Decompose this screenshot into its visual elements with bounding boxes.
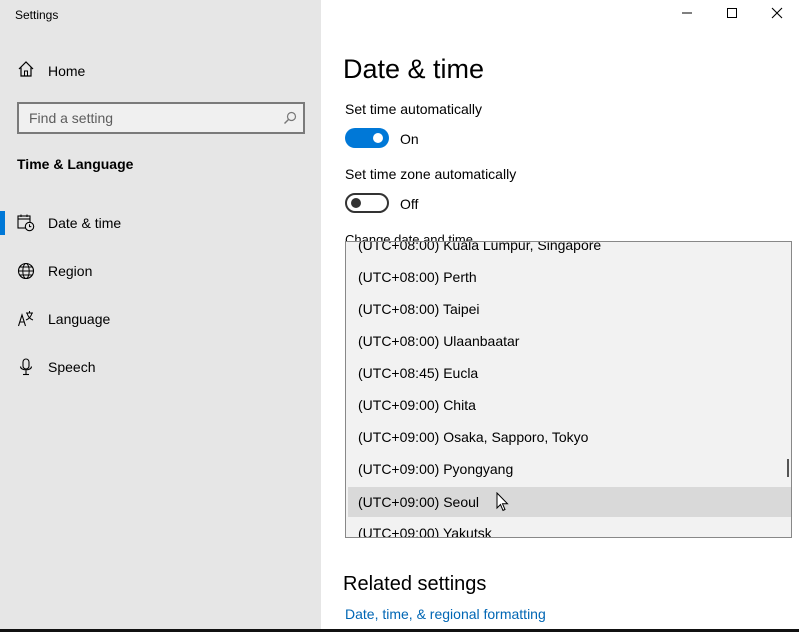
sidebar: Settings Home Time & Language Date & tim… (0, 0, 321, 632)
set-timezone-auto-toggle[interactable] (345, 193, 389, 213)
toggle-knob (373, 133, 383, 143)
page-title: Date & time (343, 54, 485, 84)
calendar-clock-icon (17, 214, 35, 232)
search-box[interactable] (17, 102, 305, 134)
mouse-cursor-icon (496, 491, 510, 517)
timezone-option[interactable]: (UTC+08:00) Perth (348, 262, 791, 292)
search-icon[interactable] (283, 111, 297, 130)
timezone-option[interactable]: (UTC+08:00) Ulaanbaatar (348, 326, 791, 356)
minimize-icon (681, 6, 693, 24)
search-input[interactable] (19, 104, 279, 132)
toggle-knob (351, 198, 361, 208)
globe-icon (17, 262, 35, 280)
related-settings-title: Related settings (343, 573, 487, 595)
set-timezone-auto-state: Off (400, 196, 419, 212)
timezone-option[interactable]: (UTC+09:00) Chita (348, 390, 791, 420)
close-button[interactable] (754, 0, 799, 30)
sidebar-item-language[interactable]: Language (0, 295, 321, 343)
sidebar-item-label: Region (48, 263, 93, 279)
sidebar-item-label: Date & time (48, 215, 122, 231)
close-icon (771, 6, 783, 24)
sidebar-item-speech[interactable]: Speech (0, 343, 321, 391)
app-title: Settings (15, 8, 59, 22)
sidebar-item-label: Speech (48, 359, 96, 375)
set-time-auto-label: Set time automatically (345, 101, 482, 117)
timezone-option[interactable]: (UTC+08:00) Taipei (348, 294, 791, 324)
dropdown-scrollbar-thumb[interactable] (787, 459, 789, 477)
regional-formatting-link[interactable]: Date, time, & regional formatting (345, 606, 546, 622)
sidebar-item-region[interactable]: Region (0, 247, 321, 295)
language-icon (17, 310, 35, 328)
timezone-option[interactable]: (UTC+09:00) Osaka, Sapporo, Tokyo (348, 422, 791, 452)
sidebar-item-date-time[interactable]: Date & time (0, 199, 321, 247)
sidebar-item-label: Language (48, 311, 111, 327)
home-icon (17, 60, 35, 83)
section-title: Time & Language (17, 156, 134, 172)
home-nav-item[interactable]: Home (17, 60, 297, 82)
set-time-auto-state: On (400, 131, 419, 147)
timezone-option[interactable]: (UTC+09:00) Pyongyang (348, 454, 791, 484)
timezone-option[interactable]: (UTC+08:00) Kuala Lumpur, Singapore (348, 242, 791, 260)
microphone-icon (17, 358, 35, 376)
maximize-icon (726, 6, 738, 24)
home-label: Home (48, 63, 86, 79)
minimize-button[interactable] (664, 0, 710, 30)
timezone-option-highlighted[interactable]: (UTC+09:00) Seoul (348, 487, 791, 517)
set-time-auto-toggle[interactable] (345, 128, 389, 148)
active-indicator (0, 211, 5, 235)
timezone-option[interactable]: (UTC+09:00) Yakutsk (348, 518, 791, 537)
set-timezone-auto-label: Set time zone automatically (345, 166, 517, 182)
timezone-dropdown-list[interactable]: (UTC+08:00) Kuala Lumpur, Singapore (UTC… (345, 241, 792, 538)
timezone-option[interactable]: (UTC+08:45) Eucla (348, 358, 791, 388)
maximize-button[interactable] (709, 0, 755, 30)
